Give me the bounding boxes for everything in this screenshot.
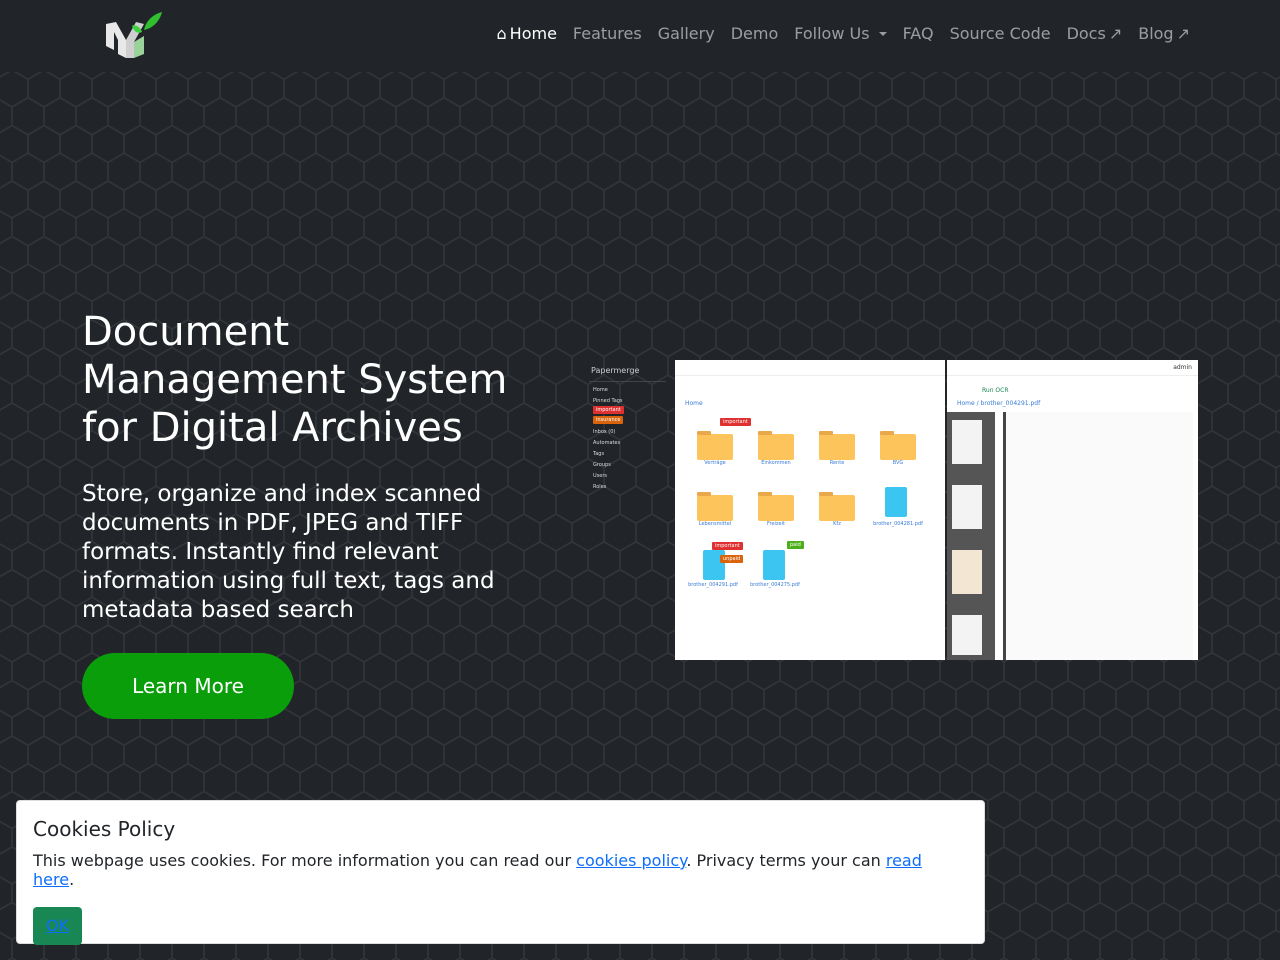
folder-label: Kfz — [833, 521, 841, 527]
folder-label: Rente — [829, 460, 845, 466]
screenshot-sidebar-item: Tags — [593, 451, 605, 457]
screenshot-sidebar-item: Automates — [593, 440, 621, 446]
folder-label: Verträge — [704, 460, 726, 466]
screenshot-sidebar: Papermerge Home Pinned Tags important in… — [585, 360, 670, 660]
screenshot-sidebar-item: Groups — [593, 462, 611, 468]
nav-home[interactable]: ⌂ Home — [497, 24, 557, 43]
screenshot-sidebar-item: Pinned Tags — [593, 398, 623, 404]
app-screenshot: Papermerge Home Pinned Tags important in… — [585, 360, 1198, 660]
tag: important — [712, 542, 743, 550]
nav-follow-us-label: Follow Us — [794, 24, 870, 43]
cookie-ok-button[interactable]: OK — [33, 907, 82, 945]
cookies-policy-link[interactable]: cookies policy — [576, 851, 686, 870]
nav-docs[interactable]: Docs ↗ — [1067, 24, 1123, 43]
nav-follow-us[interactable]: Follow Us — [794, 24, 887, 43]
nav-gallery[interactable]: Gallery — [658, 24, 715, 43]
screenshot-run-ocr: Run OCR — [982, 387, 1009, 394]
cookie-text-part: . Privacy terms your can — [686, 851, 886, 870]
file-label: brother_004281.pdf — [873, 521, 923, 527]
hero-title: Document Management System for Digital A… — [82, 309, 508, 451]
screenshot-brand: Papermerge — [591, 366, 640, 375]
folder-label: Lebensmittel — [698, 521, 732, 527]
screenshot-sidebar-item: Roles — [593, 484, 607, 490]
navbar: ⌂ Home Features Gallery Demo Follow Us FA… — [0, 0, 1280, 72]
file-label: brother_004291.pdf — [688, 582, 738, 588]
screenshot-sidebar-item: Users — [593, 473, 608, 479]
screenshot-sidebar-item: Inbox (0) — [593, 429, 616, 435]
cookie-banner: Cookies Policy This webpage uses cookies… — [16, 800, 985, 945]
folder-label: BVG — [892, 460, 904, 466]
tag: important — [593, 406, 624, 414]
cookie-text-part: . — [69, 870, 75, 889]
screenshot-user: admin — [947, 360, 1198, 376]
external-link-icon: ↗ — [1108, 24, 1123, 43]
nav-features[interactable]: Features — [573, 24, 642, 43]
hero-subtitle: Store, organize and index scanned docume… — [82, 481, 495, 623]
tag: insurance — [593, 416, 624, 424]
learn-more-button[interactable]: Learn More — [82, 653, 294, 719]
cookie-title: Cookies Policy — [33, 817, 176, 841]
screenshot-viewer-breadcrumb: Home / brother_004291.pdf — [957, 400, 1041, 407]
screenshot-breadcrumb: Home — [685, 400, 703, 407]
nav-faq[interactable]: FAQ — [903, 24, 934, 43]
screenshot-sidebar-item: Home — [593, 387, 608, 393]
house-icon: ⌂ — [496, 24, 507, 43]
nav-docs-label: Docs — [1066, 24, 1106, 43]
papermerge-logo[interactable] — [104, 10, 166, 62]
tag: unpaid — [720, 555, 744, 563]
nav-source-code[interactable]: Source Code — [950, 24, 1051, 43]
nav-blog[interactable]: Blog ↗ — [1138, 24, 1190, 43]
folder-label: Freizeit — [767, 521, 785, 527]
nav-home-label: Home — [509, 24, 557, 43]
tag: paid — [787, 541, 804, 549]
cookie-text: This webpage uses cookies. For more info… — [33, 851, 968, 889]
external-link-icon: ↗ — [1176, 24, 1190, 43]
screenshot-main: Home important Verträge Einkommen Rente … — [675, 360, 945, 660]
nav-demo[interactable]: Demo — [731, 24, 779, 43]
folder-label: Einkommen — [761, 460, 791, 466]
screenshot-viewer: admin Run OCR Home / brother_004291.pdf — [947, 360, 1198, 660]
nav-blog-label: Blog — [1138, 24, 1174, 43]
cookie-text-part: This webpage uses cookies. For more info… — [33, 851, 577, 870]
file-label: brother_004275.pdf — [750, 582, 800, 588]
hero: Document Management System for Digital A… — [82, 308, 542, 719]
tag: important — [720, 418, 751, 426]
caret-down-icon — [878, 31, 887, 36]
